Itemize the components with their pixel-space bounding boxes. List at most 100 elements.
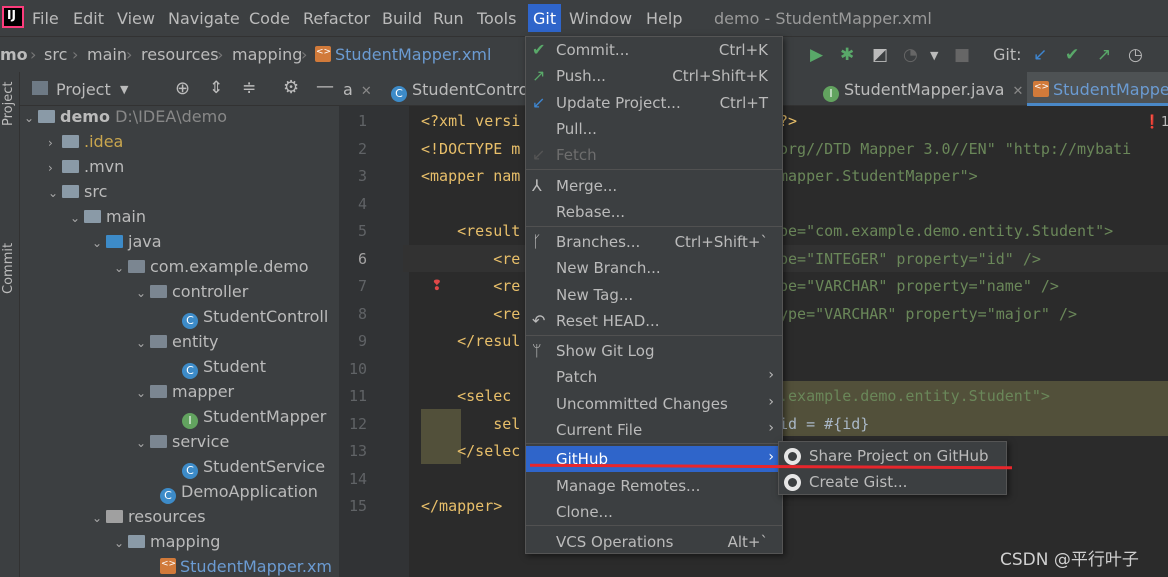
code-line-6[interactable]: <re bbox=[421, 250, 520, 268]
tab-studentmapper-java[interactable]: I StudentMapper.java ✕ bbox=[819, 72, 1023, 106]
git-menu-reset-head[interactable]: ↶ Reset HEAD... bbox=[526, 308, 782, 334]
git-menu-show-log[interactable]: ᛘ Show Git Log bbox=[526, 338, 782, 364]
stop-icon[interactable]: ■ bbox=[954, 45, 970, 65]
project-tool-tab[interactable]: Project bbox=[1, 82, 16, 126]
code-line-11[interactable]: <selec bbox=[421, 387, 511, 405]
breadcrumb-project[interactable]: mo bbox=[0, 45, 28, 64]
tree-item-demo[interactable]: ⌄ demo D:\IDEA\demo bbox=[24, 107, 227, 132]
menu-git[interactable]: Git bbox=[528, 4, 562, 32]
git-menu-rebase[interactable]: Rebase... bbox=[526, 199, 782, 225]
menu-build[interactable]: Build bbox=[382, 9, 422, 28]
close-icon[interactable]: ✕ bbox=[1012, 84, 1023, 99]
check-icon[interactable]: ✔ bbox=[1065, 45, 1079, 65]
git-menu-clone[interactable]: Clone... bbox=[526, 499, 782, 525]
close-icon[interactable]: ✕ bbox=[361, 84, 372, 99]
menu-refactor[interactable]: Refactor bbox=[303, 9, 370, 28]
update-arrow-icon[interactable]: ↙ bbox=[1033, 45, 1047, 65]
tree-item-studentmapper-xml[interactable]: StudentMapper.xm bbox=[160, 557, 332, 577]
git-menu-new-branch[interactable]: New Branch... bbox=[526, 255, 782, 281]
tree-item-mapper[interactable]: ⌄ mapper bbox=[136, 382, 234, 407]
github-create-gist[interactable]: Create Gist... bbox=[779, 469, 1006, 495]
tree-item-package[interactable]: ⌄ com.example.demo bbox=[114, 257, 309, 282]
git-menu-new-tag[interactable]: New Tag... bbox=[526, 282, 782, 308]
tree-item-studentcontroller[interactable]: C StudentControll bbox=[182, 307, 328, 332]
code-line-12-tail[interactable]: id = #{id} bbox=[779, 415, 869, 433]
git-menu-patch[interactable]: Patch › bbox=[526, 364, 782, 390]
code-line-5-tail[interactable]: pe="com.example.demo.entity.Student"> bbox=[779, 222, 1113, 240]
project-panel-title[interactable]: Project bbox=[56, 80, 111, 99]
tree-item-demoapplication[interactable]: C DemoApplication bbox=[160, 482, 318, 507]
code-line-6-tail[interactable]: pe="INTEGER" property="id" /> bbox=[779, 250, 1041, 268]
history-clock-icon[interactable]: ◷ bbox=[1128, 45, 1143, 65]
breadcrumb-mapping[interactable]: mapping bbox=[232, 45, 302, 64]
menu-navigate[interactable]: Navigate bbox=[168, 9, 240, 28]
breadcrumb-main[interactable]: main bbox=[87, 45, 127, 64]
tree-item-studentservice[interactable]: C StudentService bbox=[182, 457, 325, 482]
collapse-all-icon[interactable]: ≑ bbox=[242, 78, 256, 98]
code-line-7-tail[interactable]: pe="VARCHAR" property="name" /> bbox=[779, 277, 1059, 295]
tree-item-main[interactable]: ⌄ main bbox=[70, 207, 146, 232]
code-line-5[interactable]: <result bbox=[421, 222, 520, 240]
code-line-15[interactable]: </mapper> bbox=[421, 497, 502, 515]
code-line-8-tail[interactable]: ype="VARCHAR" property="major" /> bbox=[779, 305, 1077, 323]
breadcrumb-resources[interactable]: resources bbox=[141, 45, 219, 64]
code-line-11-tail[interactable]: .example.demo.entity.Student"> bbox=[779, 387, 1050, 405]
code-line-13[interactable]: </selec bbox=[421, 442, 520, 460]
git-menu-branches[interactable]: ᚴ Branches... Ctrl+Shift+` bbox=[526, 229, 782, 255]
locate-target-icon[interactable]: ⊕ bbox=[175, 78, 190, 99]
git-menu-commit[interactable]: ✔ Commit... Ctrl+K bbox=[526, 37, 782, 63]
git-menu-merge[interactable]: ⅄ Merge... bbox=[526, 173, 782, 199]
menu-tools[interactable]: Tools bbox=[477, 9, 516, 28]
git-menu-manage-remotes[interactable]: Manage Remotes... bbox=[526, 473, 782, 499]
tab-studentcontroller[interactable]: C StudentControl bbox=[387, 72, 547, 106]
code-line-1[interactable]: <?xml versi bbox=[421, 112, 520, 130]
tree-item-studentmapper[interactable]: I StudentMapper bbox=[182, 407, 326, 432]
menu-edit[interactable]: Edit bbox=[73, 9, 104, 28]
chevron-down-icon[interactable]: ▼ bbox=[930, 49, 938, 62]
git-menu-vcs-operations[interactable]: VCS Operations Alt+` bbox=[526, 529, 782, 555]
tree-item-mvn[interactable]: › .mvn bbox=[48, 157, 124, 182]
git-menu-fetch[interactable]: ↙ Fetch bbox=[526, 142, 782, 168]
commit-tool-tab[interactable]: Commit bbox=[1, 243, 16, 294]
code-line-2[interactable]: <!DOCTYPE m bbox=[421, 140, 520, 158]
tree-item-src[interactable]: ⌄ src bbox=[48, 182, 107, 207]
tree-item-controller[interactable]: ⌄ controller bbox=[136, 282, 248, 307]
menu-help[interactable]: Help bbox=[646, 9, 682, 28]
code-line-3[interactable]: <mapper nam bbox=[421, 167, 520, 185]
expand-all-icon[interactable]: ⇕ bbox=[209, 78, 223, 98]
gear-icon[interactable]: ⚙ bbox=[283, 77, 299, 98]
coverage-icon[interactable]: ◩ bbox=[872, 45, 888, 65]
breadcrumb-file[interactable]: StudentMapper.xml bbox=[315, 45, 491, 64]
code-line-2-tail[interactable]: org//DTD Mapper 3.0//EN" "http://mybati bbox=[779, 140, 1131, 158]
git-menu-current-file[interactable]: Current File › bbox=[526, 417, 782, 443]
menu-window[interactable]: Window bbox=[569, 9, 632, 28]
tree-item-entity[interactable]: ⌄ entity bbox=[136, 332, 218, 357]
code-line-7[interactable]: <re bbox=[421, 277, 520, 295]
push-arrow-icon[interactable]: ↗ bbox=[1097, 45, 1111, 65]
code-line-8[interactable]: <re bbox=[421, 305, 520, 323]
tree-item-java[interactable]: ⌄ java bbox=[92, 232, 162, 257]
git-menu-pull[interactable]: Pull... bbox=[526, 116, 782, 142]
git-menu-github[interactable]: GitHub › bbox=[526, 446, 782, 472]
debug-icon[interactable]: ✱ bbox=[840, 45, 854, 65]
minimize-icon[interactable]: — bbox=[316, 76, 334, 97]
git-menu-push[interactable]: ↗ Push... Ctrl+Shift+K bbox=[526, 63, 782, 89]
tree-item-mapping[interactable]: ⌄ mapping bbox=[114, 532, 220, 557]
tree-item-student[interactable]: C Student bbox=[182, 357, 266, 382]
menu-file[interactable]: File bbox=[32, 9, 59, 28]
tree-item-service[interactable]: ⌄ service bbox=[136, 432, 229, 457]
git-menu-uncommitted-changes[interactable]: Uncommitted Changes › bbox=[526, 391, 782, 417]
run-icon[interactable]: ▶ bbox=[810, 45, 823, 65]
menu-view[interactable]: View bbox=[117, 9, 155, 28]
chevron-down-icon[interactable]: ▼ bbox=[120, 83, 128, 96]
menu-run[interactable]: Run bbox=[433, 9, 464, 28]
tab-partial[interactable]: a ✕ bbox=[343, 72, 381, 106]
tab-studentmapper-xml[interactable]: StudentMappe bbox=[1027, 72, 1168, 106]
code-line-3-tail[interactable]: mapper.StudentMapper"> bbox=[779, 167, 978, 185]
error-indicator-icon[interactable]: ❗ bbox=[1144, 115, 1160, 130]
tree-item-resources[interactable]: ⌄ resources bbox=[92, 507, 206, 532]
code-line-12[interactable]: sel bbox=[421, 415, 520, 433]
tree-item-idea[interactable]: › .idea bbox=[48, 132, 123, 157]
profiler-icon[interactable]: ◔ bbox=[903, 45, 918, 65]
menu-code[interactable]: Code bbox=[249, 9, 290, 28]
